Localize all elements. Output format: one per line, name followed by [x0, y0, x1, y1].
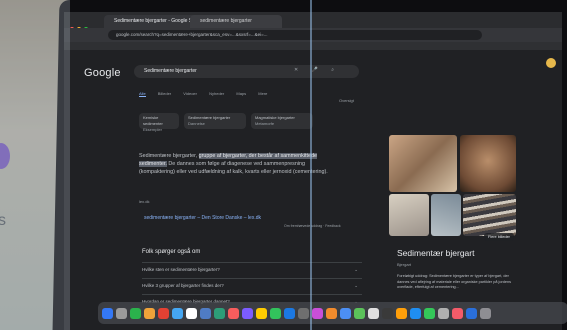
more-images-button[interactable]: Flere billeder — [484, 233, 514, 241]
dock-app-icon[interactable] — [312, 307, 323, 319]
dock-app-icon[interactable] — [340, 307, 351, 319]
dock-app-icon[interactable] — [200, 307, 211, 319]
knowledge-panel-text: Foreløbigt uddrag: Sedimentære bjergarte… — [397, 274, 511, 289]
browser-tab-bar: Sedimentære bjergarter - Google Søgning … — [64, 12, 562, 31]
google-logo[interactable]: Google — [84, 67, 121, 79]
dock-app-icon[interactable] — [284, 307, 295, 319]
dock-app-icon[interactable] — [438, 307, 449, 319]
snippet-link[interactable]: sedimentære bjergarter – Den Store Dansk… — [144, 215, 261, 221]
dock-app-icon[interactable] — [382, 307, 393, 319]
dock-app-icon[interactable] — [480, 307, 491, 319]
people-also-ask-title: Folk spørger også om — [142, 249, 201, 255]
featured-snippet: Sedimentære bjergarter, gruppe af bjerga… — [139, 153, 328, 175]
left-glare — [0, 0, 70, 330]
dock-app-icon[interactable] — [186, 307, 197, 319]
dock-app-icon[interactable] — [214, 307, 225, 319]
paa-question[interactable]: Hvilke 3 grupper af bjergarter findes de… — [142, 278, 362, 293]
window-edge-reflection — [310, 0, 312, 330]
search-tabs: Alle Billeder Videoer Nyheder Maps Mere — [139, 91, 278, 97]
rock-image[interactable] — [389, 135, 457, 192]
avatar[interactable] — [546, 58, 556, 68]
paa-question[interactable]: Hvilke sten er sedimentære bjergarter? ⌄ — [142, 262, 362, 277]
dock-app-icon[interactable] — [130, 307, 141, 319]
filter-chip[interactable]: Sedimentære bjergarter Dannelse — [184, 113, 246, 129]
search-tool-icons[interactable]: ✕ 🎤 ⌕ — [294, 67, 340, 73]
url-field[interactable]: google.com/search?q=sedimentære+bjergart… — [108, 30, 482, 40]
knowledge-panel-title: Sedimentær bjergart — [397, 248, 475, 258]
dock-app-icon[interactable] — [144, 307, 155, 319]
snippet-source: lex.dk — [139, 199, 150, 204]
dock-app-icon[interactable] — [368, 307, 379, 319]
dock-app-icon[interactable] — [466, 307, 477, 319]
rock-image[interactable] — [460, 135, 516, 192]
tab-maps[interactable]: Maps — [236, 91, 246, 96]
address-bar-row: google.com/search?q=sedimentære+bjergart… — [64, 28, 562, 42]
filter-chip[interactable]: Magmatiske bjergarter Metamorfe — [251, 113, 313, 129]
macos-dock — [98, 302, 567, 324]
photo-scene: s Sedimentære bjergarter - Google Søgnin… — [0, 0, 567, 330]
tab-all[interactable]: Alle — [139, 91, 146, 97]
dock-app-icon[interactable] — [256, 307, 267, 319]
dock-app-icon[interactable] — [228, 307, 239, 319]
rock-image[interactable] — [431, 194, 461, 236]
tab-images[interactable]: Billeder — [158, 91, 171, 96]
tab-more[interactable]: Mere — [258, 91, 267, 96]
chevron-down-icon: ⌄ — [354, 267, 358, 272]
dock-app-icon[interactable] — [452, 307, 463, 319]
laptop-screen: Sedimentære bjergarter - Google Søgning … — [64, 12, 562, 330]
tab-videos[interactable]: Videoer — [183, 91, 197, 96]
dock-app-icon[interactable] — [102, 307, 113, 319]
chevron-down-icon: ⌄ — [354, 283, 358, 288]
dock-app-icon[interactable] — [242, 307, 253, 319]
rock-image[interactable] — [463, 194, 516, 236]
filter-chip[interactable]: Kemiske sedimenter Eksempler — [139, 113, 179, 132]
feedback-link[interactable]: Om fremhævede uddrag · Feedback — [284, 224, 341, 228]
dock-app-icon[interactable] — [270, 307, 281, 319]
browser-tab[interactable]: sedimentære bjergarter — [190, 15, 282, 28]
dock-app-icon[interactable] — [410, 307, 421, 319]
knowledge-panel-subtitle: Bjergart — [397, 262, 412, 267]
dock-app-icon[interactable] — [354, 307, 365, 319]
dock-app-icon[interactable] — [116, 307, 127, 319]
bookmarks-bar — [64, 42, 562, 50]
dock-app-icon[interactable] — [172, 307, 183, 319]
browser-tab[interactable]: Sedimentære bjergarter - Google Søgning — [104, 15, 196, 28]
knowledge-panel-header: Oversigt — [339, 98, 354, 103]
dock-app-icon[interactable] — [396, 307, 407, 319]
dock-app-icon[interactable] — [326, 307, 337, 319]
tab-news[interactable]: Nyheder — [209, 91, 224, 96]
dock-app-icon[interactable] — [424, 307, 435, 319]
rock-image[interactable] — [389, 194, 429, 236]
dock-app-icon[interactable] — [298, 307, 309, 319]
dock-app-icon[interactable] — [158, 307, 169, 319]
